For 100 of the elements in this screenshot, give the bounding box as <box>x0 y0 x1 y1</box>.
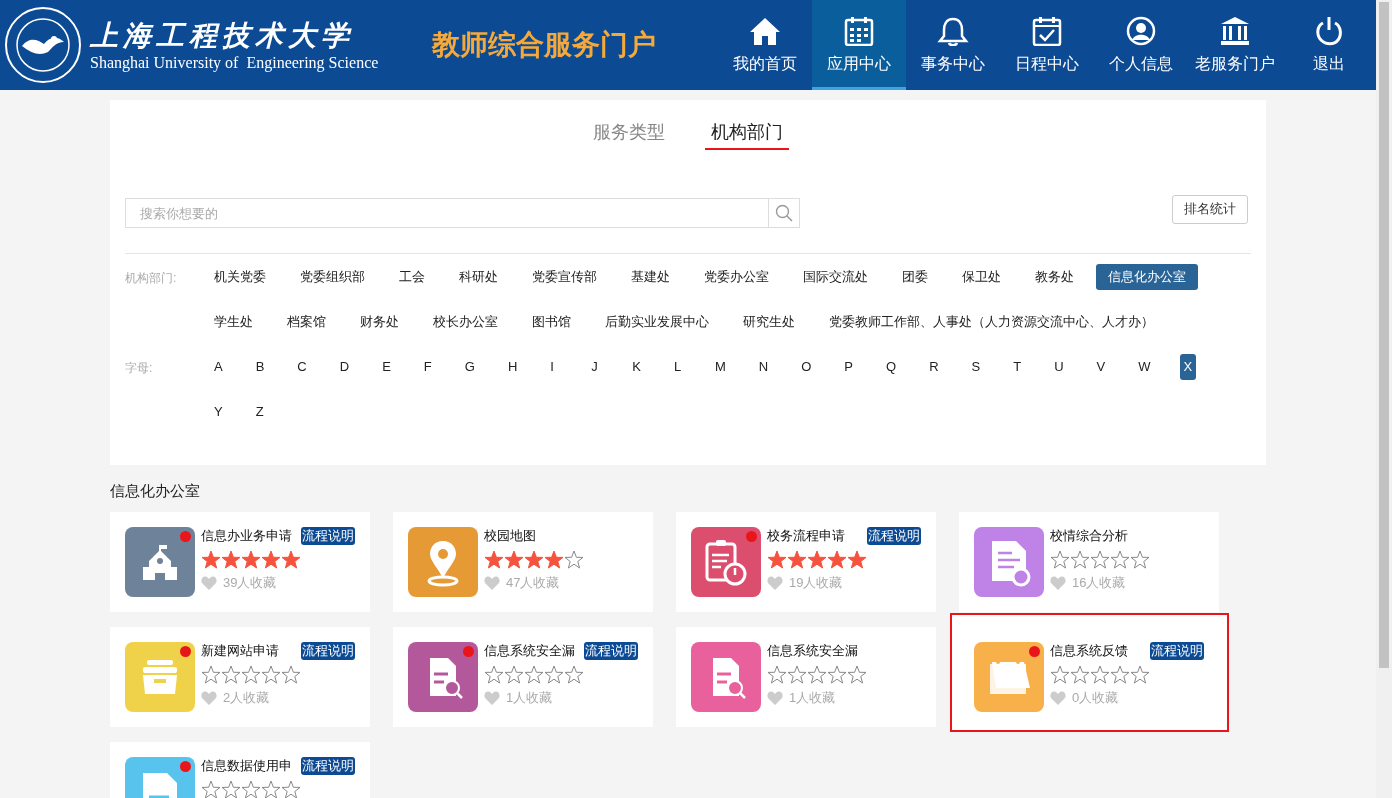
app-name: 信息系统安全漏 <box>767 642 858 660</box>
process-guide-link[interactable]: 流程说明 <box>301 642 355 660</box>
app-card[interactable]: 信息系统安全漏 流程说明 1人收藏 <box>393 627 653 727</box>
nav-item[interactable]: 退出 <box>1282 0 1376 90</box>
tab[interactable]: 机构部门 <box>705 120 789 150</box>
process-guide-link[interactable]: 流程说明 <box>301 757 355 775</box>
filled-star-icon <box>201 550 221 570</box>
heart-icon <box>484 691 500 705</box>
filled-star-icon <box>787 550 807 570</box>
filter-option[interactable]: S <box>967 354 985 380</box>
heart-icon <box>1050 576 1066 590</box>
app-card[interactable]: 校情综合分析 16人收藏 <box>959 512 1219 612</box>
filter-option[interactable]: F <box>419 354 436 380</box>
app-name: 校情综合分析 <box>1050 527 1128 545</box>
filter-option[interactable]: M <box>711 354 730 380</box>
scrollbar[interactable] <box>1376 0 1392 798</box>
university-name-english: Shanghai University of Engineering Science <box>90 54 379 72</box>
app-card[interactable]: 校务流程申请 流程说明 19人收藏 <box>676 512 936 612</box>
search-icon <box>775 204 793 222</box>
filter-option[interactable]: K <box>628 354 645 380</box>
app-name: 新建网站申请 <box>201 642 279 660</box>
nav-item[interactable]: 我的首页 <box>718 0 812 90</box>
filled-star-icon <box>544 550 564 570</box>
filter-option[interactable]: V <box>1092 354 1110 380</box>
filter-option[interactable]: 团委 <box>890 264 940 290</box>
process-guide-link[interactable]: 流程说明 <box>301 527 355 545</box>
favorites-count: 16人收藏 <box>1072 574 1126 592</box>
filter-option[interactable]: 党委宣传部 <box>520 264 609 290</box>
filter-option[interactable]: W <box>1134 354 1155 380</box>
filter-option[interactable]: R <box>925 354 943 380</box>
nav-item[interactable]: 应用中心 <box>812 0 906 90</box>
power-icon <box>1313 15 1345 46</box>
filter-option[interactable]: N <box>754 354 773 380</box>
filter-option[interactable]: D <box>335 354 354 380</box>
filter-option[interactable]: Y <box>210 399 227 425</box>
filter-option[interactable]: 校长办公室 <box>421 309 510 335</box>
filter-option[interactable]: H <box>503 354 522 380</box>
filter-option[interactable]: 党委办公室 <box>692 264 781 290</box>
filled-star-icon <box>504 550 524 570</box>
filled-star-icon <box>261 550 281 570</box>
ranking-button[interactable]: 排名统计 <box>1172 194 1248 224</box>
process-guide-link[interactable]: 流程说明 <box>584 642 638 660</box>
filter-option[interactable]: 科研处 <box>447 264 510 290</box>
favorites-count: 0人收藏 <box>1072 689 1119 707</box>
filter-option[interactable]: Q <box>882 354 901 380</box>
filter-option[interactable]: P <box>840 354 857 380</box>
favorites-count: 1人收藏 <box>506 689 553 707</box>
app-name: 校务流程申请 <box>767 527 845 545</box>
home-icon <box>749 15 781 46</box>
filter-option[interactable]: C <box>293 354 311 380</box>
filter-option[interactable]: 财务处 <box>348 309 411 335</box>
filter-option[interactable]: E <box>378 354 395 380</box>
filter-option[interactable]: G <box>460 354 479 380</box>
filter-option[interactable]: 教务处 <box>1023 264 1086 290</box>
filter-option[interactable]: 党委组织部 <box>288 264 377 290</box>
filter-option[interactable]: 研究生处 <box>731 309 807 335</box>
search-button[interactable] <box>769 198 800 228</box>
heart-icon <box>201 576 217 590</box>
filter-option[interactable]: U <box>1050 354 1068 380</box>
app-name: 信息系统安全漏 <box>484 642 575 660</box>
filter-option[interactable]: 信息化办公室 <box>1096 264 1198 290</box>
favorites-count: 1人收藏 <box>789 689 836 707</box>
nav-item[interactable]: 事务中心 <box>906 0 1000 90</box>
filter-option[interactable]: 保卫处 <box>950 264 1013 290</box>
filter-option[interactable]: 学生处 <box>202 309 265 335</box>
filter-label: 机构部门: <box>125 270 178 287</box>
filter-option[interactable]: O <box>797 354 816 380</box>
app-card[interactable]: 信息系统反馈 流程说明 0人收藏 <box>952 615 1227 730</box>
filter-option[interactable]: 后勤实业发展中心 <box>593 309 721 335</box>
filter-option[interactable]: 党委教师工作部、人事处（人力资源交流中心、人才办） <box>817 309 1166 335</box>
filter-option[interactable]: 档案馆 <box>275 309 338 335</box>
filter-option[interactable]: 基建处 <box>619 264 682 290</box>
app-card[interactable]: 信息办业务申请 流程说明 39人收藏 <box>110 512 370 612</box>
filter-option[interactable]: Z <box>251 399 268 425</box>
app-card[interactable]: 信息系统安全漏 1人收藏 <box>676 627 936 727</box>
process-guide-link[interactable]: 流程说明 <box>867 527 921 545</box>
app-card[interactable]: 信息数据使用申 流程说明 <box>110 742 370 798</box>
filter-option[interactable]: X <box>1179 354 1197 380</box>
app-card[interactable]: 校园地图 47人收藏 <box>393 512 653 612</box>
filter-option[interactable]: B <box>251 354 269 380</box>
nav-item[interactable]: 老服务门户 <box>1188 0 1282 90</box>
tab[interactable]: 服务类型 <box>587 120 671 150</box>
filter-option[interactable]: A <box>210 354 227 380</box>
nav-item[interactable]: 日程中心 <box>1000 0 1094 90</box>
filter-option[interactable]: T <box>1009 354 1026 380</box>
filter-option[interactable]: L <box>670 354 686 380</box>
process-guide-link[interactable]: 流程说明 <box>1150 642 1204 660</box>
filter-option[interactable]: I <box>546 354 563 380</box>
filled-star-icon <box>847 550 867 570</box>
app-name: 信息数据使用申 <box>201 757 292 775</box>
filter-option[interactable]: 图书馆 <box>520 309 583 335</box>
filter-option[interactable]: 工会 <box>387 264 437 290</box>
app-card[interactable]: 新建网站申请 流程说明 2人收藏 <box>110 627 370 727</box>
search-field[interactable]: 搜索你想要的 <box>125 198 769 228</box>
filter-option[interactable]: 国际交流处 <box>791 264 880 290</box>
calendar-check-icon <box>1031 15 1063 46</box>
app-name: 校园地图 <box>484 527 536 545</box>
nav-item[interactable]: 个人信息 <box>1094 0 1188 90</box>
filter-option[interactable]: J <box>587 354 604 380</box>
filter-option[interactable]: 机关党委 <box>202 264 278 290</box>
